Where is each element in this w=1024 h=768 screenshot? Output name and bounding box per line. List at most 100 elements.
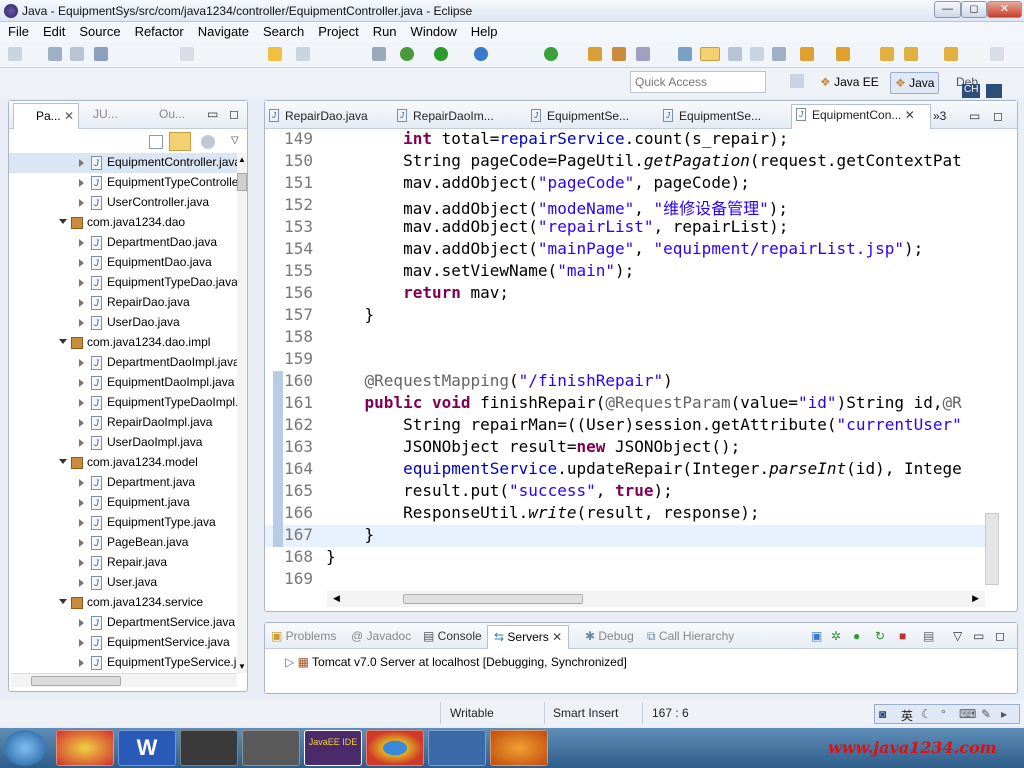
collapse-arrow-icon[interactable]: [79, 199, 84, 207]
search-icon[interactable]: [636, 47, 650, 61]
package-item[interactable]: com.java1234.service: [9, 593, 237, 613]
editor-vertical-scrollbar[interactable]: [985, 513, 999, 585]
tab-overflow[interactable]: »3: [929, 106, 952, 128]
package-item[interactable]: com.java1234.model: [9, 453, 237, 473]
start-button[interactable]: [4, 730, 46, 766]
file-item[interactable]: J Equipment.java: [9, 493, 237, 513]
file-item[interactable]: J EquipmentDaoImpl.java: [9, 373, 237, 393]
code-line[interactable]: 161 public void finishRepair(@RequestPar…: [265, 393, 989, 415]
file-item[interactable]: J EquipmentType.java: [9, 513, 237, 533]
maximize-button[interactable]: ◻: [961, 1, 987, 18]
scrollbar-thumb[interactable]: [237, 173, 247, 191]
run-icon[interactable]: [434, 47, 448, 61]
start-server-icon[interactable]: ●: [853, 629, 860, 643]
collapse-arrow-icon[interactable]: [79, 479, 84, 487]
expand-arrow-icon[interactable]: [59, 219, 67, 224]
code-line[interactable]: 156 return mav;: [265, 283, 989, 305]
close-tab-icon[interactable]: ✕: [64, 109, 74, 123]
file-item[interactable]: J EquipmentTypeController.java: [9, 173, 237, 193]
code-line[interactable]: 159: [265, 349, 989, 371]
file-item[interactable]: J Repair.java: [9, 553, 237, 573]
collapse-arrow-icon[interactable]: [79, 259, 84, 267]
next-annotation-icon[interactable]: [678, 47, 692, 61]
package-item[interactable]: com.java1234.dao: [9, 213, 237, 233]
skip-breakpoints-icon[interactable]: [372, 47, 386, 61]
menu-source[interactable]: Source: [71, 22, 126, 39]
code-line[interactable]: 169: [265, 569, 989, 591]
code-line[interactable]: 153 mav.addObject("repairList", repairLi…: [265, 217, 989, 239]
file-item[interactable]: J EquipmentDao.java: [9, 253, 237, 273]
stop-server-icon[interactable]: ■: [899, 629, 906, 643]
ime-punctuation-icon[interactable]: °: [941, 707, 946, 721]
minimize-view-icon[interactable]: ▭: [207, 107, 218, 121]
code-line[interactable]: 165 result.put("success", true);: [265, 481, 989, 503]
debug-icon[interactable]: [400, 47, 414, 61]
tree-vertical-scrollbar[interactable]: ▲ ▼: [237, 153, 247, 673]
editor-tab-equipmentcontroller[interactable]: J EquipmentCon... ✕: [791, 104, 931, 129]
file-item[interactable]: J UserController.java: [9, 193, 237, 213]
scrollbar-thumb[interactable]: [31, 676, 121, 686]
view-menu-icon[interactable]: ▽: [953, 629, 962, 643]
perspective-java[interactable]: ❖ Java: [890, 72, 940, 94]
collapse-arrow-icon[interactable]: [79, 299, 84, 307]
menu-navigate[interactable]: Navigate: [190, 22, 255, 39]
pin-editor-icon[interactable]: [990, 47, 1004, 61]
status-insert-mode[interactable]: Smart Insert: [553, 706, 618, 720]
back-icon[interactable]: [880, 47, 894, 61]
collapse-arrow-icon[interactable]: [79, 359, 84, 367]
undo-icon[interactable]: [180, 47, 194, 61]
code-line[interactable]: 155 mav.setViewName("main");: [265, 261, 989, 283]
file-item[interactable]: J DepartmentService.java: [9, 613, 237, 633]
menu-help[interactable]: Help: [463, 22, 504, 39]
editor-tab-equipmentservice[interactable]: J EquipmentSe...: [527, 106, 635, 128]
close-button[interactable]: ✕: [987, 1, 1022, 18]
tab-problems[interactable]: ▣ Problems: [271, 629, 336, 643]
taskbar-app-mysql[interactable]: [428, 730, 486, 766]
menu-edit[interactable]: Edit: [35, 22, 71, 39]
toggle-block-selection-icon[interactable]: [728, 47, 742, 61]
code-line[interactable]: 167 }: [265, 525, 989, 547]
code-line[interactable]: 152 mav.addObject("modeName", "维修设备管理");: [265, 195, 989, 218]
code-line[interactable]: 158: [265, 327, 989, 349]
file-item[interactable]: J DepartmentDao.java: [9, 233, 237, 253]
ime-language[interactable]: 英: [901, 707, 913, 724]
menu-project[interactable]: Project: [310, 22, 364, 39]
ime-toolbar-icon[interactable]: [986, 84, 1002, 98]
taskbar-app-pinwheel[interactable]: [56, 730, 114, 766]
code-line[interactable]: 168}: [265, 547, 989, 569]
minimize-button[interactable]: —: [934, 1, 961, 18]
code-area[interactable]: 149 int total=repairService.count(s_repa…: [265, 129, 989, 591]
expand-arrow-icon[interactable]: [59, 459, 67, 464]
file-item[interactable]: J RepairDaoImpl.java: [9, 413, 237, 433]
collapse-arrow-icon[interactable]: [79, 419, 84, 427]
previous-edit-icon[interactable]: [836, 47, 850, 61]
expand-arrow-icon[interactable]: [59, 599, 67, 604]
collapse-arrow-icon[interactable]: [79, 499, 84, 507]
quick-access-input[interactable]: Quick Access: [630, 71, 766, 93]
code-line[interactable]: 150 String pageCode=PageUtil.getPagation…: [265, 151, 989, 173]
resume-icon[interactable]: [268, 47, 282, 61]
save-icon[interactable]: [48, 47, 62, 61]
collapse-arrow-icon[interactable]: [79, 539, 84, 547]
profile-server-icon[interactable]: ↻: [875, 629, 885, 643]
debug-server-icon[interactable]: ✲: [831, 629, 841, 643]
coverage-icon[interactable]: [474, 47, 488, 61]
open-task-icon[interactable]: [612, 47, 626, 61]
menu-window[interactable]: Window: [403, 22, 463, 39]
collapse-arrow-icon[interactable]: [79, 379, 84, 387]
editor-tab-repairdaoimpl[interactable]: J RepairDaoIm...: [393, 106, 500, 128]
expand-arrow-icon[interactable]: [59, 339, 67, 344]
ime-moon-icon[interactable]: ☾: [921, 707, 932, 721]
ime-settings-icon[interactable]: ✎: [981, 707, 991, 721]
open-perspective-icon[interactable]: [790, 74, 804, 88]
code-line[interactable]: 162 String repairMan=((User)session.getA…: [265, 415, 989, 437]
tab-outline[interactable]: Ou...: [159, 107, 185, 121]
editor-tab-repairdao[interactable]: J RepairDao.java: [265, 106, 374, 128]
open-type-icon[interactable]: [588, 47, 602, 61]
maximize-view-icon[interactable]: ◻: [229, 107, 239, 121]
chevron-down-icon[interactable]: ▽: [231, 135, 239, 146]
taskbar-app-command-prompt[interactable]: [180, 730, 238, 766]
taskbar-app-chrome[interactable]: [366, 730, 424, 766]
collapse-arrow-icon[interactable]: [79, 179, 84, 187]
close-tab-icon[interactable]: ✕: [552, 630, 562, 644]
